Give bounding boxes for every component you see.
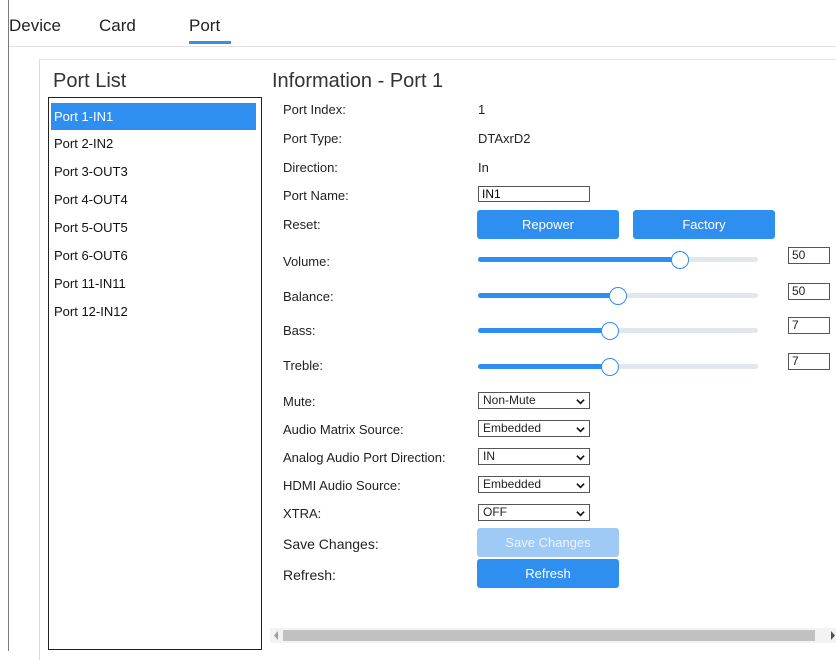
balance-value-input[interactable]: 50 [788,283,830,300]
balance-label: Balance: [283,289,334,304]
slider-thumb[interactable] [600,322,619,340]
reset-label: Reset: [283,217,321,232]
bass-value-input[interactable]: 7 [788,317,830,334]
bass-slider[interactable] [478,322,758,340]
chevron-down-icon [576,427,585,433]
volume-slider[interactable] [478,251,758,269]
chevron-down-icon [576,455,585,461]
port-list-item[interactable]: Port 5-OUT5 [51,214,256,241]
chevron-down-icon [576,511,585,517]
tab-device[interactable]: Device [9,16,61,36]
treble-slider[interactable] [478,358,758,376]
save-changes-label: Save Changes: [283,536,379,552]
port-list-item[interactable]: Port 2-IN2 [51,130,256,157]
audio-matrix-source-select[interactable]: Embedded [478,420,590,437]
mute-select-value: Non-Mute [483,393,536,407]
refresh-button[interactable]: Refresh [477,559,619,588]
treble-label: Treble: [283,358,323,373]
mute-select[interactable]: Non-Mute [478,392,590,409]
port-name-label: Port Name: [283,188,349,203]
port-list-item[interactable]: Port 12-IN12 [51,298,256,325]
repower-button[interactable]: Repower [477,210,619,239]
port-index-value: 1 [478,102,486,117]
analog-audio-port-direction-label: Analog Audio Port Direction: [283,450,446,465]
slider-fill [478,293,618,298]
arrow-right-icon[interactable] [830,631,836,640]
slider-thumb[interactable] [609,287,627,305]
scrollbar-thumb[interactable] [283,630,815,641]
direction-label: Direction: [283,160,338,175]
refresh-label: Refresh: [283,567,336,583]
chevron-down-icon [576,399,585,405]
arrow-left-icon[interactable] [273,631,279,640]
port-type-label: Port Type: [283,131,343,146]
hdmi-audio-source-select[interactable]: Embedded [478,476,590,493]
audio-matrix-source-value: Embedded [483,421,542,435]
hdmi-audio-source-value: Embedded [483,477,542,491]
volume-value-input[interactable]: 50 [788,247,830,264]
xtra-select[interactable]: OFF [478,504,590,521]
chevron-down-icon [576,483,585,489]
tab-port[interactable]: Port [189,16,220,36]
slider-fill [478,257,680,262]
port-list-title: Port List [53,70,127,92]
slider-thumb[interactable] [670,251,689,269]
port-index-label: Port Index: [283,102,346,117]
xtra-label: XTRA: [283,506,322,521]
volume-label: Volume: [283,254,330,269]
port-list[interactable]: Port 1-IN1 Port 2-IN2 Port 3-OUT3 Port 4… [48,97,262,650]
port-list-item[interactable]: Port 6-OUT6 [51,242,256,269]
bass-label: Bass: [283,323,316,338]
slider-fill [478,364,610,369]
treble-value-input[interactable]: 7 [788,353,830,370]
analog-audio-port-direction-select[interactable]: IN [478,448,590,465]
port-list-item[interactable]: Port 4-OUT4 [51,186,256,213]
top-tab-bar: Device Card Port [9,0,836,47]
balance-slider[interactable] [478,287,758,305]
active-tab-indicator [189,41,231,44]
horizontal-scrollbar[interactable] [270,628,836,643]
analog-audio-port-direction-value: IN [483,449,495,463]
factory-button[interactable]: Factory [633,210,775,239]
mute-label: Mute: [283,394,316,409]
hdmi-audio-source-label: HDMI Audio Source: [283,478,401,493]
xtra-select-value: OFF [483,505,507,519]
info-title: Information - Port 1 [272,70,444,92]
port-list-item[interactable]: Port 3-OUT3 [51,158,256,185]
port-name-input[interactable] [478,186,590,202]
tab-card[interactable]: Card [99,16,136,36]
save-changes-button[interactable]: Save Changes [477,528,619,557]
port-list-item[interactable]: Port 11-IN11 [51,270,256,297]
port-list-item[interactable]: Port 1-IN1 [51,103,256,130]
slider-fill [478,328,610,333]
direction-value: In [478,160,489,175]
audio-matrix-source-label: Audio Matrix Source: [283,422,404,437]
slider-thumb[interactable] [600,358,619,376]
port-type-value: DTAxrD2 [478,131,531,146]
